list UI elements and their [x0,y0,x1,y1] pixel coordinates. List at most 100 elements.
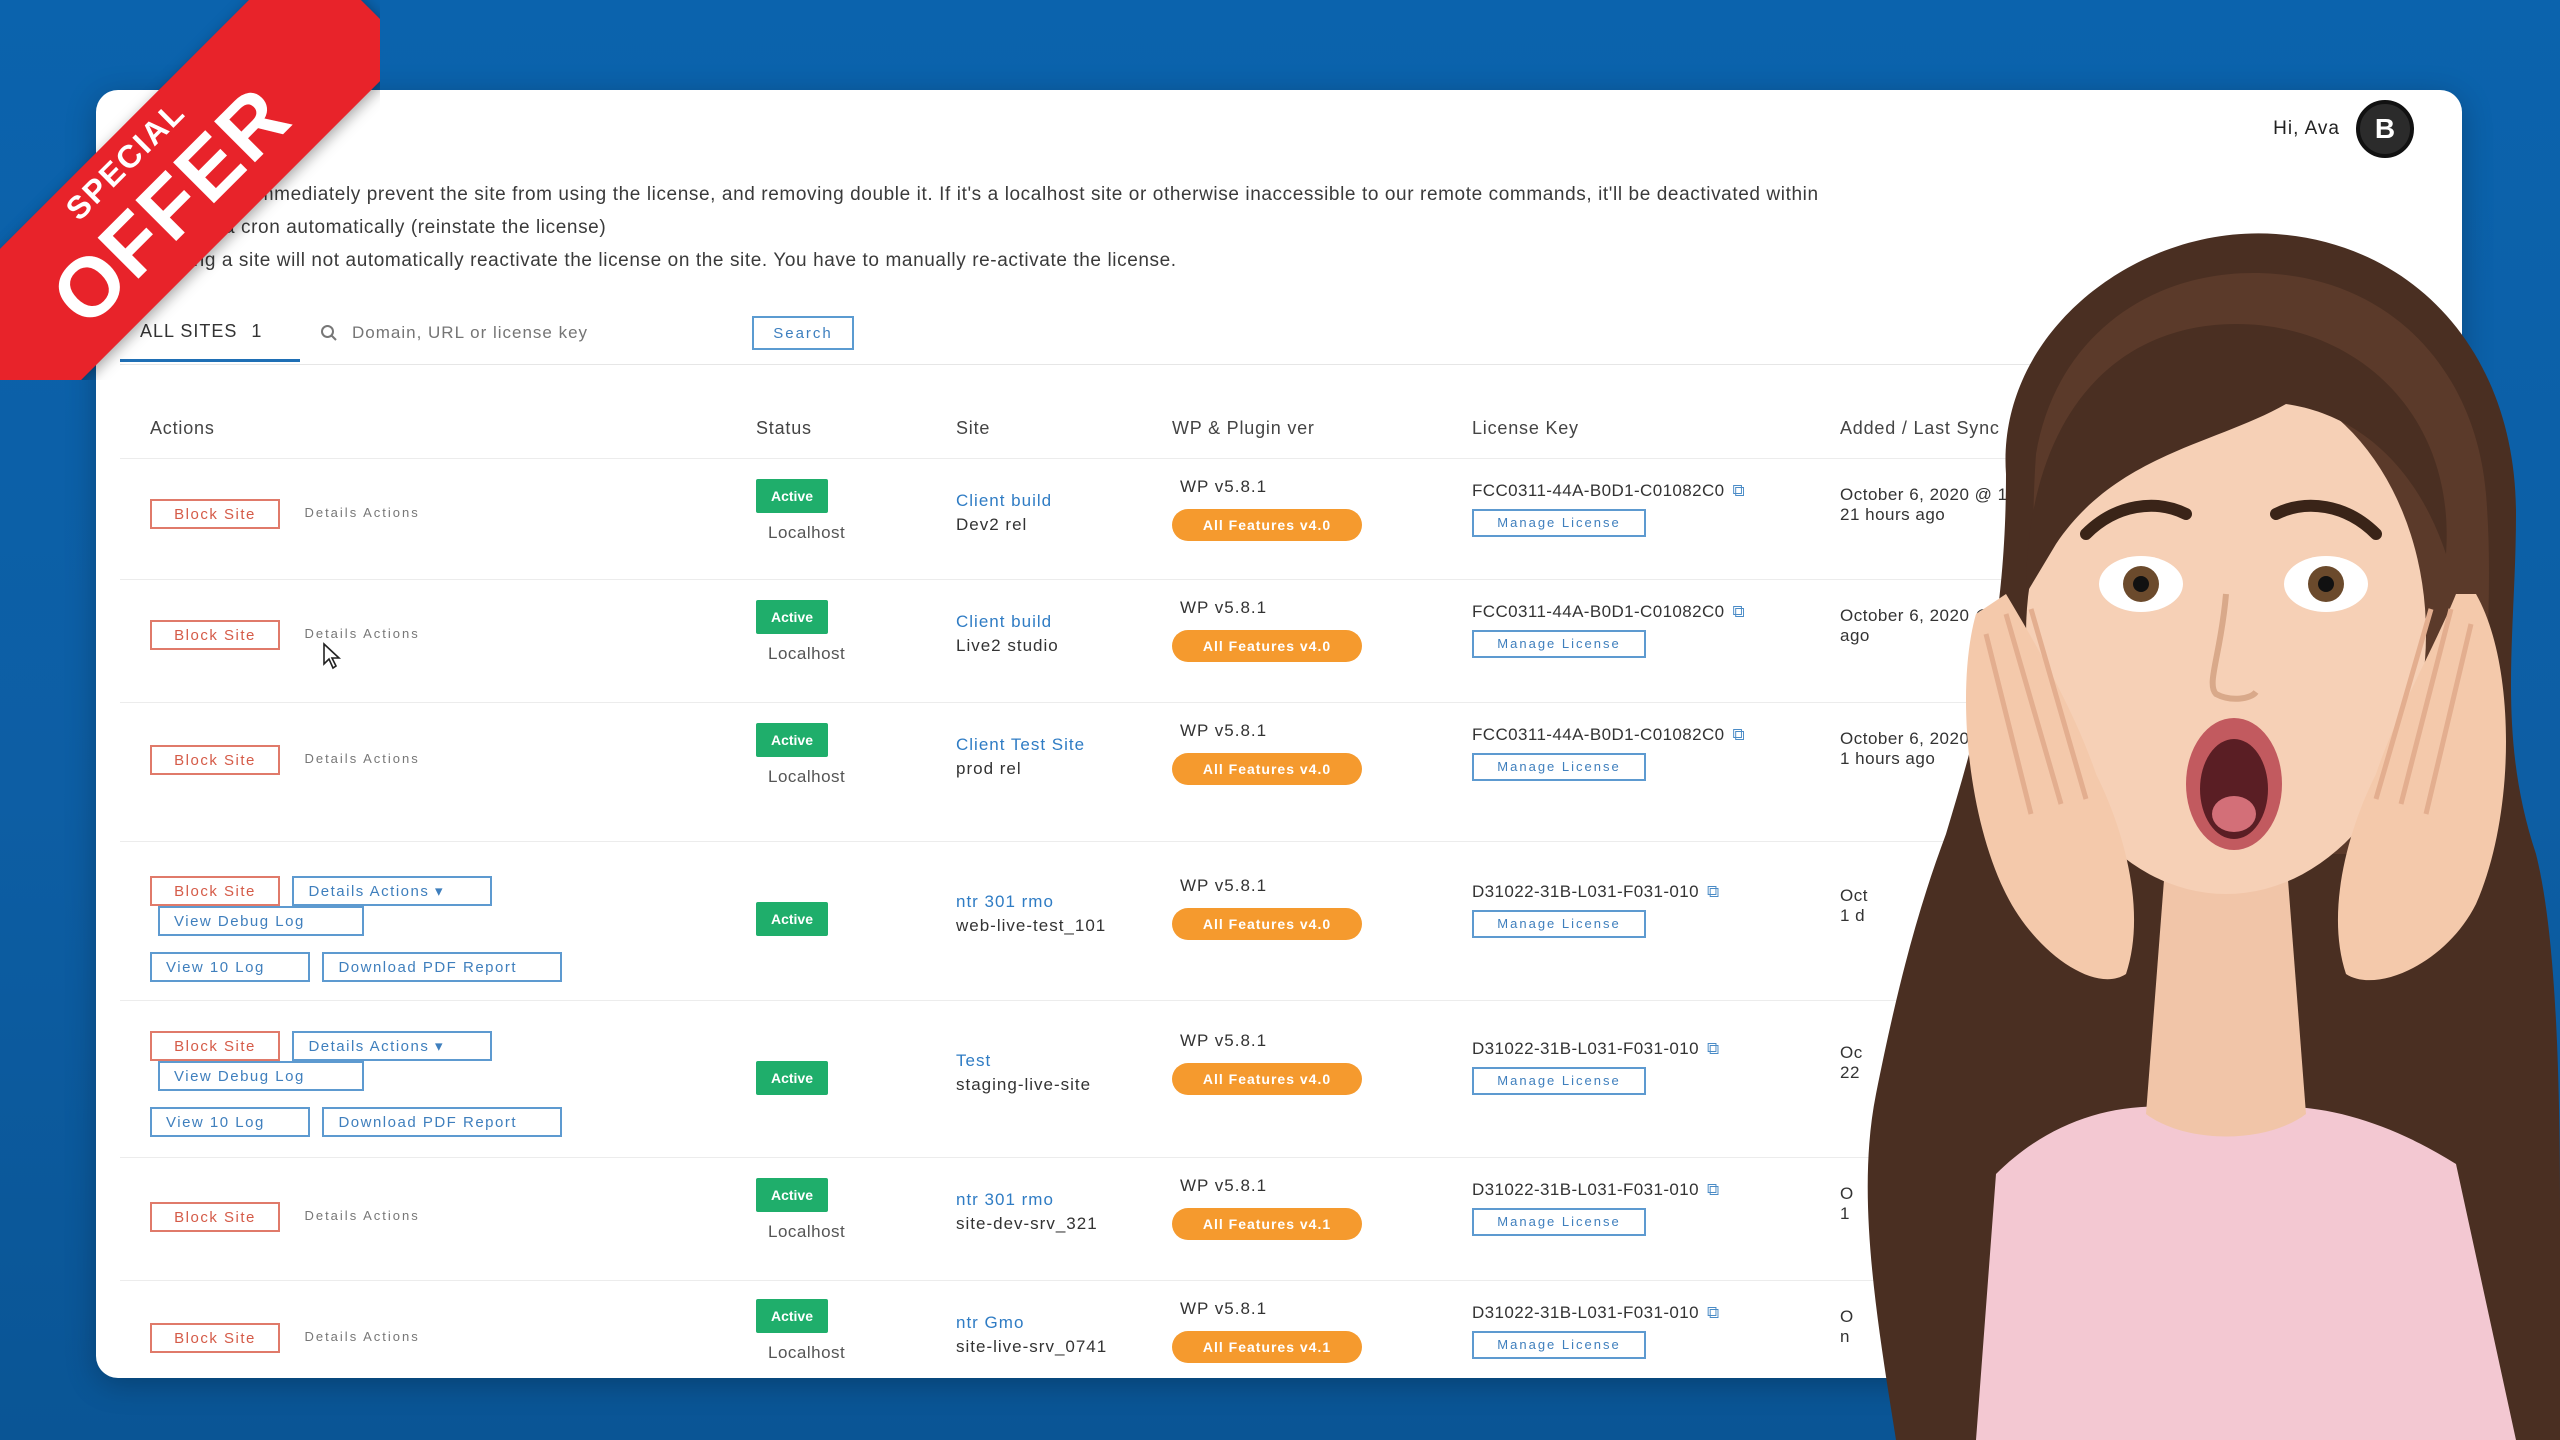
copy-icon[interactable]: ⧉ [1733,602,1746,621]
manage-license-button[interactable]: Manage License [1472,1067,1646,1095]
status-sub: Localhost [768,767,846,786]
row-site: Client build Live2 studio [956,612,1146,656]
wp-version: WP v5.8.1 [1180,1031,1268,1050]
plugin-pill: All Features v4.1 [1172,1331,1362,1363]
license-key: D31022-31B-L031-F031-010 [1472,882,1699,901]
details-actions-link[interactable]: Details Actions [284,620,440,650]
row-status: Active Localhost [756,1178,856,1242]
manage-license-button[interactable]: Manage License [1472,509,1646,537]
status-badge: Active [756,1299,828,1333]
block-site-button[interactable]: Block Site [150,876,280,906]
avatar[interactable]: B [2356,100,2414,158]
view-log-button[interactable]: View 10 Log [150,952,310,982]
row-versions: WP v5.8.1 All Features v4.0 [1172,721,1392,785]
copy-icon[interactable]: ⧉ [1733,481,1746,500]
header-site: Site [956,418,991,438]
copy-icon[interactable]: ⧉ [1707,1180,1720,1199]
header-versions: WP & Plugin ver [1172,418,1315,438]
wp-version: WP v5.8.1 [1180,1299,1268,1318]
search-input[interactable] [350,322,694,344]
license-key: FCC0311-44A-B0D1-C01082C0 [1472,481,1725,500]
details-actions-dropdown[interactable]: Details Actions ▾ [292,876,493,906]
view-debug-log-button[interactable]: View Debug Log [158,1061,364,1091]
row-versions: WP v5.8.1 All Features v4.0 [1172,876,1392,940]
details-actions-link[interactable]: Details Actions [284,1202,440,1232]
copy-icon[interactable]: ⧉ [1707,1039,1720,1058]
details-actions-link[interactable]: Details Actions [284,1323,440,1353]
row-status: Active Localhost [756,479,856,543]
site-link[interactable]: ntr 301 rmo [956,1190,1146,1210]
status-sub: Localhost [768,644,846,663]
block-site-button[interactable]: Block Site [150,1323,280,1353]
status-badge: Active [756,479,828,513]
manage-license-button[interactable]: Manage License [1472,630,1646,658]
block-site-button[interactable]: Block Site [150,1202,280,1232]
row-license: FCC0311-44A-B0D1-C01082C0 ⧉ Manage Licens… [1472,602,1812,658]
status-badge: Active [756,600,828,634]
plugin-pill: All Features v4.0 [1172,1063,1362,1095]
row-site: ntr 301 rmo site-dev-srv_321 [956,1190,1146,1234]
site-link[interactable]: ntr 301 rmo [956,892,1146,912]
wp-version: WP v5.8.1 [1180,598,1268,617]
row-versions: WP v5.8.1 All Features v4.1 [1172,1299,1392,1363]
row-site: ntr 301 rmo web-live-test_101 [956,892,1146,936]
download-report-button[interactable]: Download PDF Report [322,1107,563,1137]
row-versions: WP v5.8.1 All Features v4.1 [1172,1176,1392,1240]
copy-icon[interactable]: ⧉ [1707,1303,1720,1322]
header-actions: Actions [150,418,215,438]
wp-version: WP v5.8.1 [1180,721,1268,740]
site-link[interactable]: Client Test Site [956,735,1146,755]
status-sub: Localhost [768,523,846,542]
site-link[interactable]: Client build [956,612,1146,632]
download-report-button[interactable]: Download PDF Report [322,952,563,982]
plugin-pill: All Features v4.0 [1172,908,1362,940]
site-sub: prod rel [956,759,1022,778]
row-license: D31022-31B-L031-F031-010 ⧉ Manage License [1472,1180,1812,1236]
site-sub: web-live-test_101 [956,916,1107,935]
site-sub: Live2 studio [956,636,1059,655]
block-site-button[interactable]: Block Site [150,620,280,650]
block-site-button[interactable]: Block Site [150,1031,280,1061]
site-link[interactable]: Test [956,1051,1146,1071]
site-link[interactable]: Client build [956,491,1146,511]
license-key: FCC0311-44A-B0D1-C01082C0 [1472,602,1725,621]
plugin-pill: All Features v4.0 [1172,509,1362,541]
manage-license-button[interactable]: Manage License [1472,753,1646,781]
user-menu[interactable]: Hi, Ava B [2273,100,2414,158]
details-actions-link[interactable]: Details Actions [284,499,440,529]
block-site-button[interactable]: Block Site [150,745,280,775]
search-button[interactable]: Search [752,316,854,350]
details-actions-link[interactable]: Details Actions [284,745,440,775]
manage-license-button[interactable]: Manage License [1472,910,1646,938]
details-actions-dropdown[interactable]: Details Actions ▾ [292,1031,493,1061]
site-sub: Dev2 rel [956,515,1028,534]
status-badge: Active [756,902,828,936]
row-site: Client Test Site prod rel [956,735,1146,779]
license-key: D31022-31B-L031-F031-010 [1472,1039,1699,1058]
wp-version: WP v5.8.1 [1180,477,1268,496]
site-link[interactable]: ntr Gmo [956,1313,1146,1333]
view-log-button[interactable]: View 10 Log [150,1107,310,1137]
block-site-button[interactable]: Block Site [150,499,280,529]
manage-license-button[interactable]: Manage License [1472,1331,1646,1359]
copy-icon[interactable]: ⧉ [1733,725,1746,744]
row-status: Active Localhost [756,723,856,787]
row-actions: Block Site Details Actions [150,620,710,650]
wp-version: WP v5.8.1 [1180,1176,1268,1195]
view-debug-log-button[interactable]: View Debug Log [158,906,364,936]
site-sub: staging-live-site [956,1075,1092,1094]
row-site: Client build Dev2 rel [956,491,1146,535]
special-offer-ribbon: SPECIAL OFFER [0,0,380,380]
row-license: D31022-31B-L031-F031-010 ⧉ Manage License [1472,882,1812,938]
user-name: Hi, Ava [2273,118,2340,139]
status-badge: Active [756,723,828,757]
row-actions: Block Site Details Actions [150,499,710,529]
status-sub: Localhost [768,1343,846,1362]
ribbon-offer-label: OFFER [33,68,309,344]
copy-icon[interactable]: ⧉ [1707,882,1720,901]
row-versions: WP v5.8.1 All Features v4.0 [1172,1031,1392,1095]
notice-line-1: …ing a file will immediately prevent the… [116,184,1819,205]
manage-license-button[interactable]: Manage License [1472,1208,1646,1236]
row-site: Test staging-live-site [956,1051,1146,1095]
row-license: D31022-31B-L031-F031-010 ⧉ Manage License [1472,1303,1812,1359]
